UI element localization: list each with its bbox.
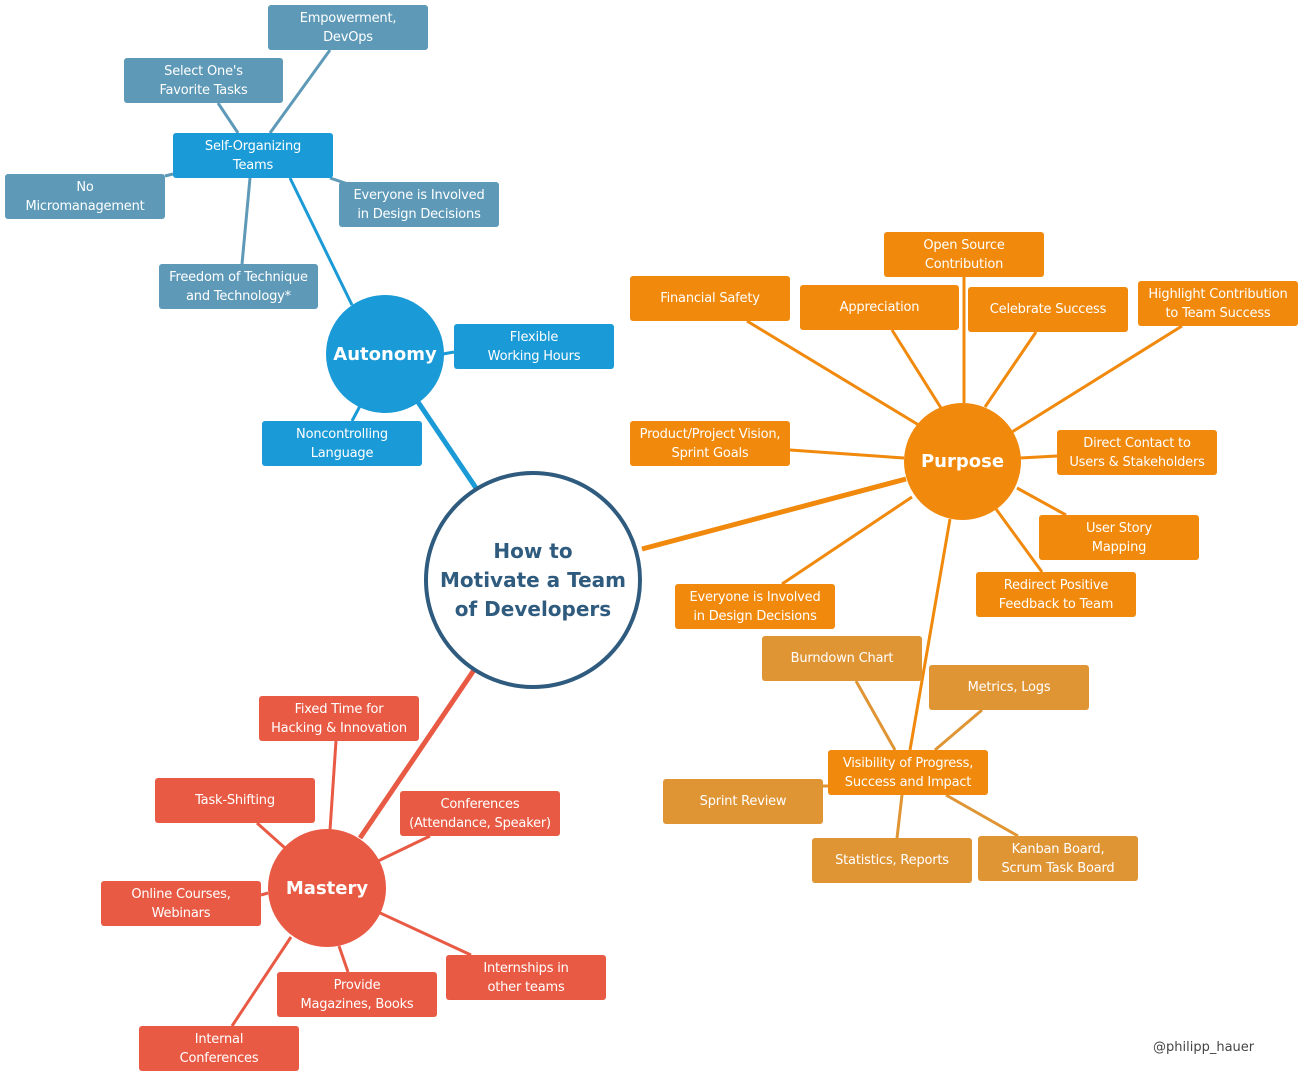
node-conferences[interactable]: Conferences (Attendance, Speaker) [400, 791, 560, 836]
edge-mastery-internships [377, 910, 472, 957]
edge-mastery-online [260, 891, 269, 897]
node-financial-safety[interactable]: Financial Safety [630, 276, 790, 321]
edge-center-purpose [641, 476, 907, 552]
node-metrics-logs[interactable]: Metrics, Logs [929, 665, 1089, 710]
edge-autonomy-flexible [442, 350, 455, 356]
node-redirect-feedback[interactable]: Redirect Positive Feedback to Team [976, 572, 1136, 617]
edge-purpose-celebrate [983, 331, 1038, 408]
edge-purpose-contact [1019, 454, 1058, 460]
edge-purpose-highlight [1011, 324, 1183, 434]
node-no-micromanagement[interactable]: No Micromanagement [5, 174, 165, 219]
edge-so-micromanagement [164, 172, 174, 178]
edge-so-freedom [240, 177, 252, 265]
node-user-story-mapping[interactable]: User Story Mapping [1039, 515, 1199, 560]
node-direct-contact[interactable]: Direct Contact to Users & Stakeholders [1057, 430, 1217, 475]
node-online-courses[interactable]: Online Courses, Webinars [101, 881, 261, 926]
edge-so-select-tasks [216, 102, 240, 134]
edge-mastery-taskshifting [256, 821, 286, 850]
hub-purpose[interactable]: Purpose [904, 403, 1021, 520]
node-internships[interactable]: Internships in other teams [446, 955, 606, 1000]
node-freedom-technique[interactable]: Freedom of Technique and Technology* [159, 264, 318, 309]
edge-purpose-design [781, 495, 913, 586]
node-internal-conferences[interactable]: Internal Conferences [139, 1026, 299, 1071]
edge-purpose-visibility [908, 518, 952, 751]
node-self-organizing-teams[interactable]: Self-Organizing Teams [173, 133, 333, 178]
node-celebrate-success[interactable]: Celebrate Success [968, 287, 1128, 332]
node-burndown-chart[interactable]: Burndown Chart [762, 636, 922, 681]
node-task-shifting[interactable]: Task-Shifting [155, 778, 315, 823]
node-magazines-books[interactable]: Provide Magazines, Books [277, 972, 437, 1017]
node-noncontrolling-language[interactable]: Noncontrolling Language [262, 421, 422, 466]
node-empowerment-devops[interactable]: Empowerment, DevOps [268, 5, 428, 50]
node-flexible-working-hours[interactable]: Flexible Working Hours [454, 324, 614, 369]
edge-purpose-userstory [1016, 486, 1067, 517]
hub-autonomy[interactable]: Autonomy [326, 295, 444, 413]
node-appreciation[interactable]: Appreciation [800, 285, 959, 330]
edge-autonomy-noncontrolling [350, 405, 362, 422]
node-open-source[interactable]: Open Source Contribution [884, 232, 1044, 277]
edge-vis-burndown [854, 680, 897, 751]
node-purpose-design-decisions[interactable]: Everyone is Involved in Design Decisions [675, 584, 835, 629]
edge-center-autonomy [415, 400, 479, 490]
edge-vis-metrics [934, 708, 983, 752]
node-visibility-progress[interactable]: Visibility of Progress, Success and Impa… [828, 750, 988, 795]
edge-vis-statistics [895, 794, 904, 839]
node-highlight-contribution[interactable]: Highlight Contribution to Team Success [1138, 281, 1298, 326]
node-product-vision[interactable]: Product/Project Vision, Sprint Goals [630, 421, 790, 466]
edge-purpose-vision [789, 448, 905, 460]
node-select-favorite-tasks[interactable]: Select One's Favorite Tasks [124, 58, 283, 103]
central-topic: How to Motivate a Team of Developers [424, 471, 642, 689]
node-sprint-review[interactable]: Sprint Review [663, 779, 823, 824]
edge-purpose-redirect [994, 508, 1044, 573]
edge-purpose-appreciation [890, 329, 943, 409]
edge-mastery-conferences [375, 834, 431, 864]
node-kanban-board[interactable]: Kanban Board, Scrum Task Board [978, 836, 1138, 881]
author-credit: @philipp_hauer [1153, 1040, 1255, 1055]
node-statistics-reports[interactable]: Statistics, Reports [812, 838, 972, 883]
edge-vis-kanban [945, 793, 1019, 838]
node-autonomy-design-decisions[interactable]: Everyone is Involved in Design Decisions [339, 182, 499, 227]
hub-mastery[interactable]: Mastery [268, 829, 386, 947]
edge-mastery-magazines [337, 945, 350, 973]
node-fixed-time-hacking[interactable]: Fixed Time for Hacking & Innovation [259, 696, 419, 741]
edge-mastery-fixedtime [328, 740, 338, 831]
